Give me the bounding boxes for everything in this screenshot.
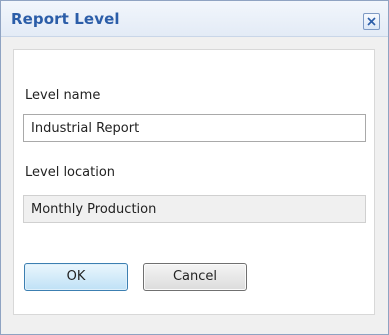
ok-button[interactable]: OK <box>24 263 128 291</box>
close-icon <box>367 17 376 26</box>
cancel-button[interactable]: Cancel <box>143 263 247 291</box>
report-level-dialog: Report Level Level name Industrial Repor… <box>0 0 389 335</box>
title-bar: Report Level <box>1 1 388 37</box>
level-location-label: Level location <box>25 165 116 180</box>
level-location-field: Monthly Production <box>23 195 366 223</box>
close-button[interactable] <box>363 13 380 30</box>
level-name-label: Level name <box>25 88 101 103</box>
dialog-title: Report Level <box>11 10 120 28</box>
level-name-input[interactable]: Industrial Report <box>23 114 366 142</box>
